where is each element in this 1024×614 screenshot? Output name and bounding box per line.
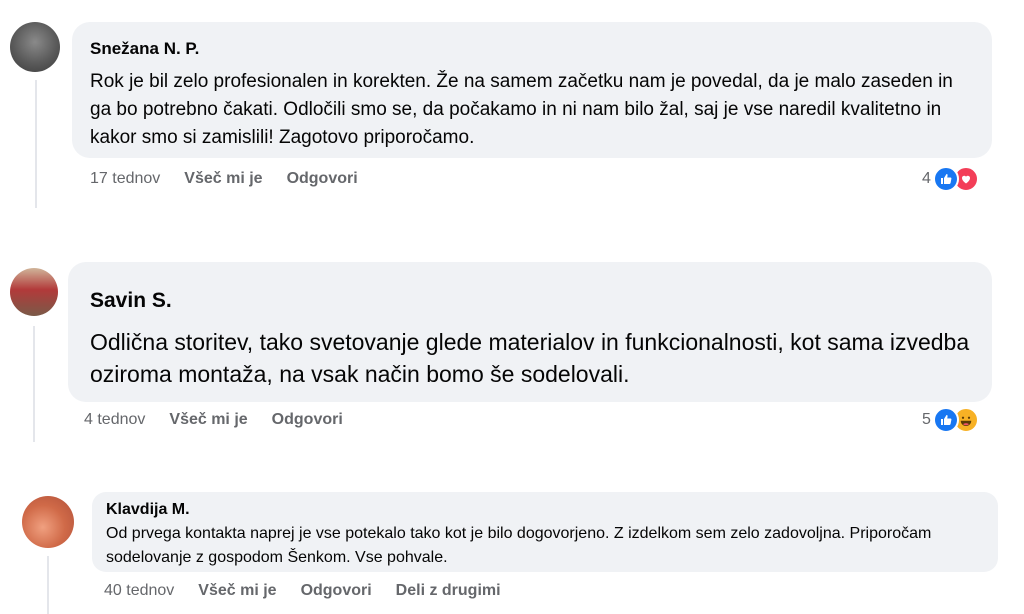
like-button[interactable]: Všeč mi je	[198, 582, 276, 600]
comment-author[interactable]: Klavdija M.	[106, 500, 984, 520]
thread-line	[47, 556, 49, 614]
comment-3: Klavdija M. Od prvega kontakta naprej je…	[0, 0, 1024, 614]
avatar[interactable]	[22, 496, 74, 548]
reply-button[interactable]: Odgovori	[301, 582, 372, 600]
share-button[interactable]: Deli z drugimi	[396, 582, 501, 600]
like-icon	[932, 407, 959, 433]
comment-time[interactable]: 40 tednov	[104, 582, 174, 600]
comment-bubble: Klavdija M. Od prvega kontakta naprej je…	[92, 492, 998, 572]
like-icon	[932, 166, 959, 192]
comment-text: Od prvega kontakta naprej je vse potekal…	[106, 525, 932, 566]
comment-actions: 40 tednov Všeč mi je Odgovori Deli z dru…	[104, 582, 525, 600]
